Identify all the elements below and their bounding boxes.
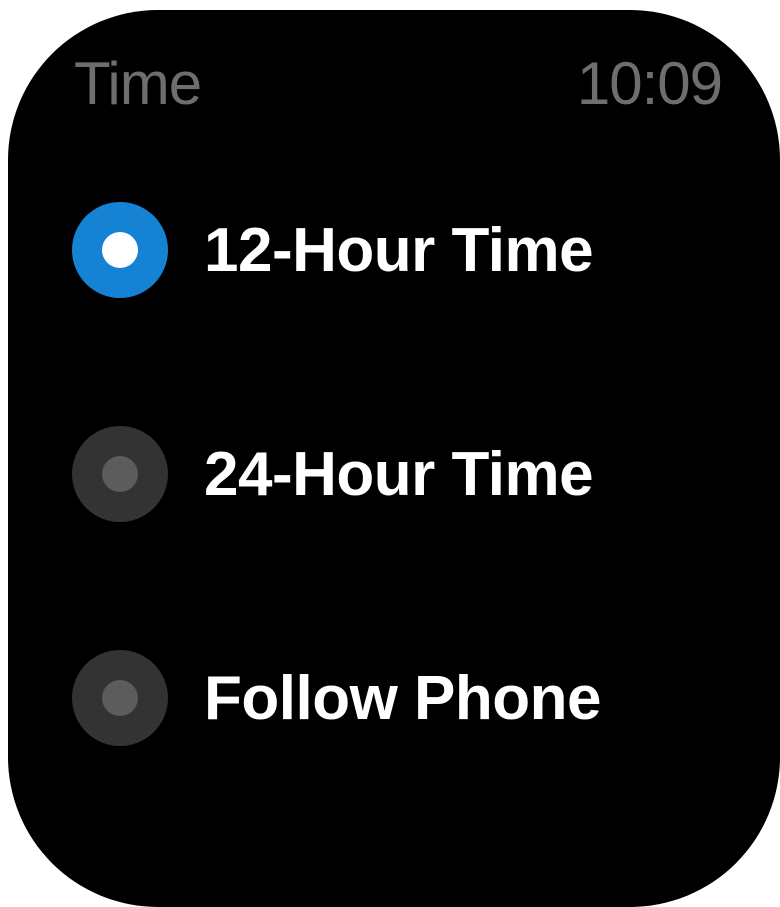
radio-dot: [102, 680, 138, 716]
option-24-hour-time[interactable]: 24-Hour Time: [72, 426, 594, 522]
radio-selected-icon[interactable]: [72, 202, 168, 298]
option-label-follow-phone: Follow Phone: [204, 663, 601, 733]
option-label-12-hour-time: 12-Hour Time: [204, 215, 594, 285]
radio-dot: [102, 232, 138, 268]
watch-screen: Time 10:09 12-Hour Time 24-Hour Time Fol…: [8, 10, 780, 907]
option-follow-phone[interactable]: Follow Phone: [72, 650, 601, 746]
clock-time: 10:09: [576, 49, 723, 117]
radio-dot: [102, 456, 138, 492]
option-12-hour-time[interactable]: 12-Hour Time: [72, 202, 594, 298]
status-bar: Time 10:09: [74, 48, 723, 118]
page-title: Time: [74, 49, 202, 117]
radio-unselected-icon[interactable]: [72, 426, 168, 522]
radio-unselected-icon[interactable]: [72, 650, 168, 746]
option-label-24-hour-time: 24-Hour Time: [204, 439, 594, 509]
